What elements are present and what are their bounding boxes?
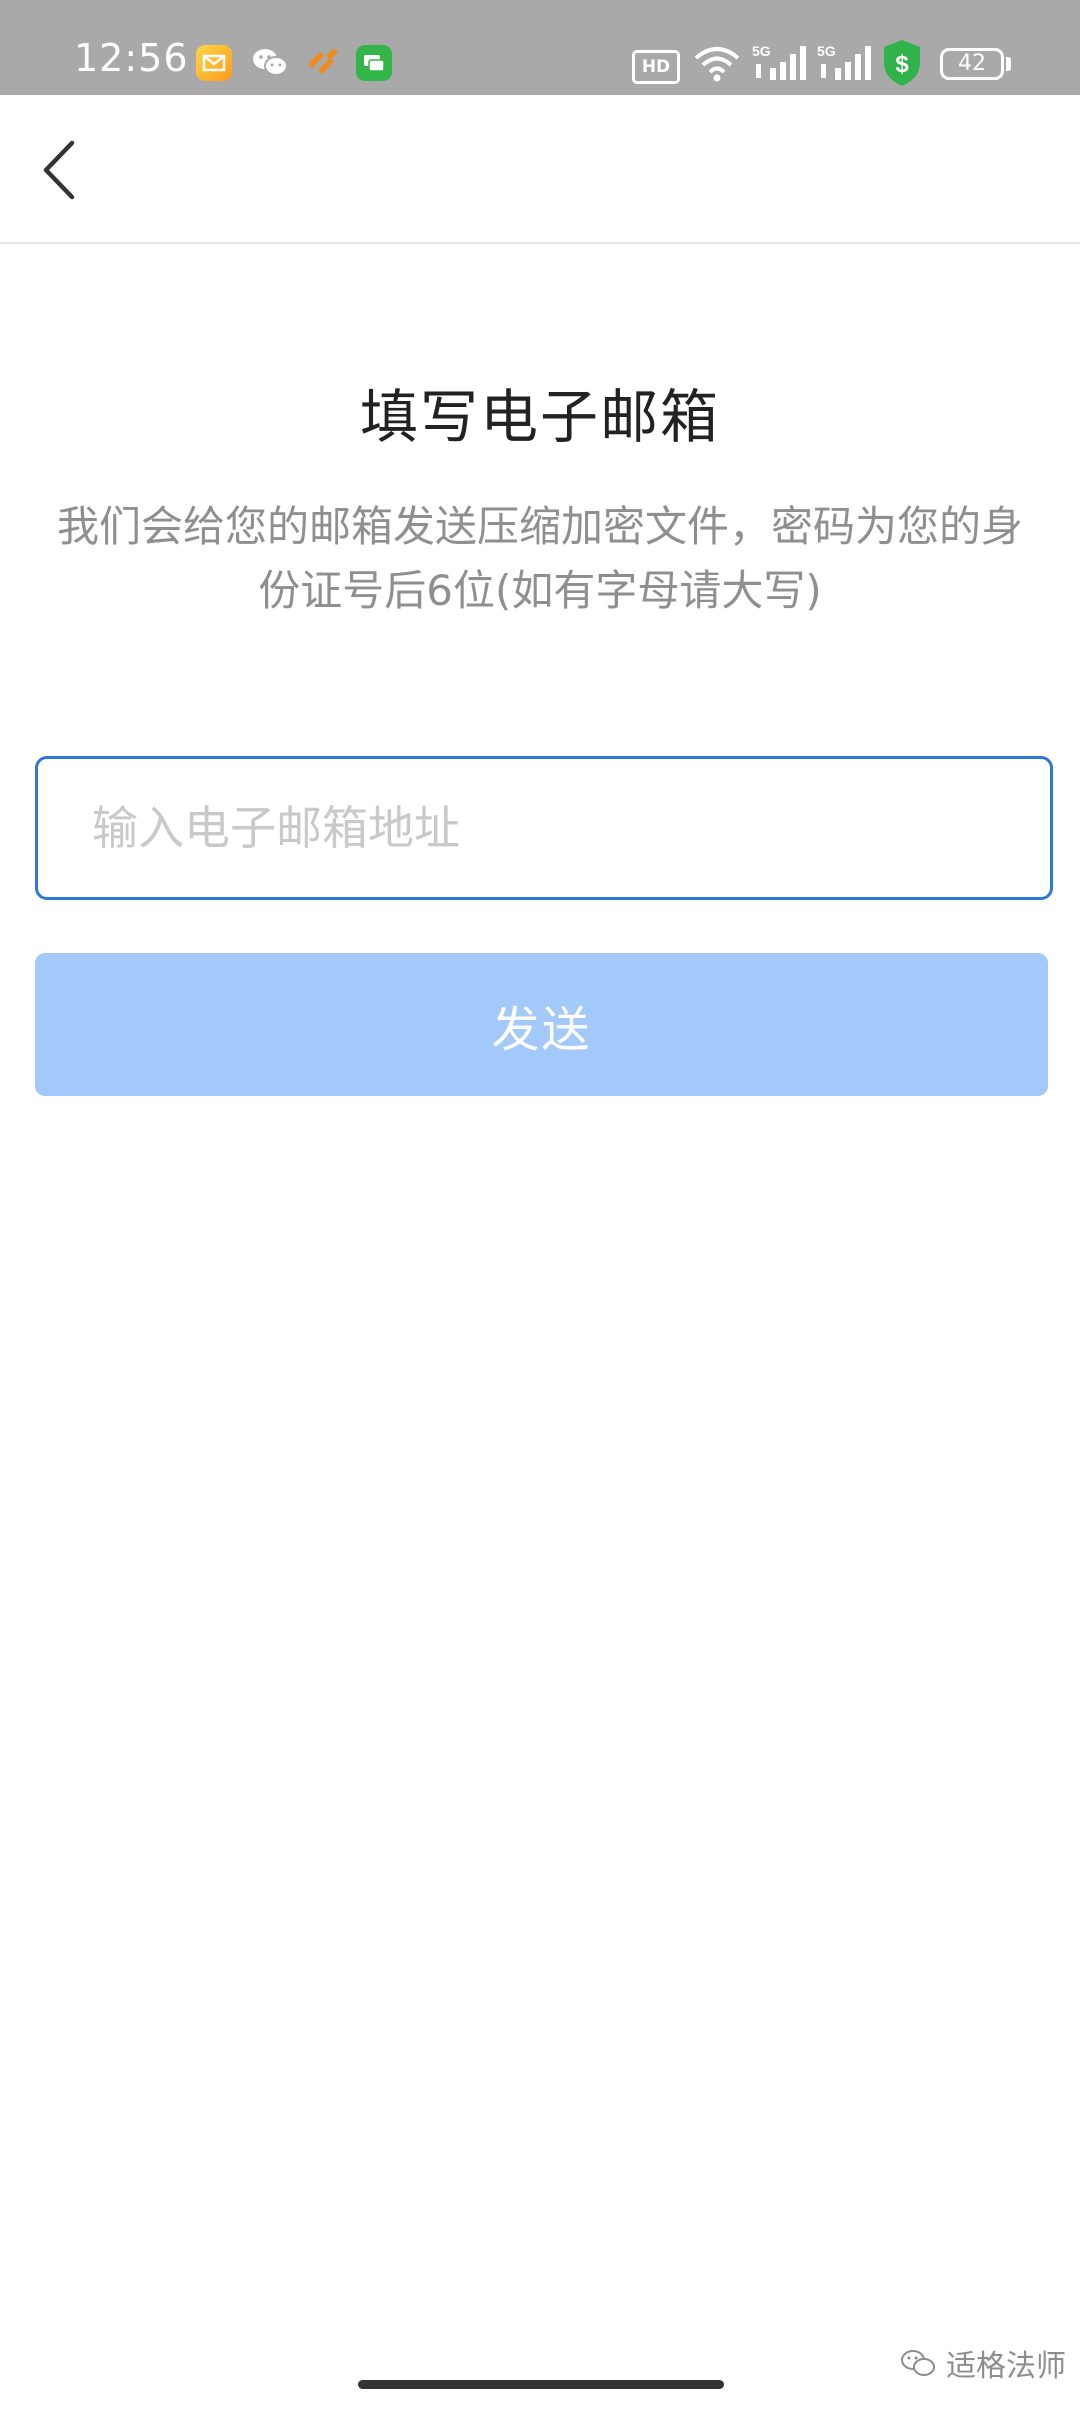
orange-app-icon xyxy=(304,44,340,80)
email-entry-screen: 12:56 HD 5G 5G $ 42 填写电子邮箱 我们会给您的邮箱发送压缩加… xyxy=(0,0,1080,2414)
signal-icon: 5G xyxy=(817,42,873,90)
battery-level: 42 xyxy=(958,51,986,76)
home-indicator[interactable] xyxy=(358,2380,724,2389)
signal-icon: 5G xyxy=(752,42,808,90)
chat-icon xyxy=(356,45,392,81)
chevron-left-icon xyxy=(43,140,75,200)
network-label-2: 5G xyxy=(817,43,836,59)
battery-tip xyxy=(1006,57,1011,71)
page-title: 填写电子邮箱 xyxy=(359,383,720,451)
back-button[interactable] xyxy=(28,135,88,205)
status-time: 12:56 xyxy=(74,36,189,80)
watermark-text: 适格法师 xyxy=(946,2349,1066,2384)
watermark: 适格法师 xyxy=(900,2338,1066,2388)
status-bar: 12:56 HD 5G 5G $ 42 xyxy=(0,0,1080,95)
battery-icon: 42 xyxy=(940,48,1004,80)
wechat-icon xyxy=(901,2350,935,2376)
wifi-icon xyxy=(692,44,742,88)
nav-bar xyxy=(0,95,1080,244)
wechat-icon xyxy=(250,44,288,80)
email-icon xyxy=(196,45,232,81)
hd-badge: HD xyxy=(632,50,680,84)
email-input[interactable] xyxy=(35,756,1053,900)
send-button[interactable]: 发送 xyxy=(35,953,1048,1096)
network-label-1: 5G xyxy=(752,43,771,59)
svg-text:$: $ xyxy=(895,51,909,78)
shield-dollar-icon: $ xyxy=(880,38,924,92)
description-text: 我们会给您的邮箱发送压缩加密文件，密码为您的身份证号后6位(如有字母请大写) xyxy=(56,502,1023,615)
